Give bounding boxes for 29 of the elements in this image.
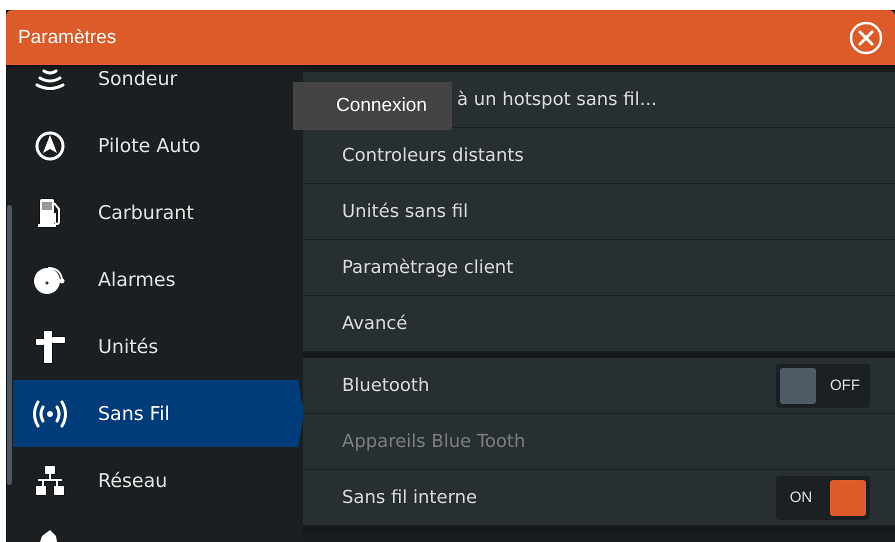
tooltip: Connexion	[293, 82, 452, 130]
setting-row[interactable]: Bluetooth OFF	[303, 358, 895, 414]
toggle-state: ON	[788, 489, 814, 506]
sidebar-item[interactable]: Réseau	[6, 447, 303, 514]
toggle-switch[interactable]: ON	[776, 476, 870, 520]
setting-label: Controleurs distants	[342, 145, 524, 166]
sidebar-item[interactable]: Sans Fil	[13, 380, 304, 447]
setting-label: à un hotspot sans fil...	[457, 89, 657, 110]
toggle-thumb	[830, 480, 866, 516]
setting-label: Paramètrage client	[342, 257, 514, 278]
setting-label: Sans fil interne	[342, 487, 478, 508]
sidebar-item[interactable]: Unités	[6, 313, 303, 380]
setting-row[interactable]: Paramètrage client	[303, 240, 895, 296]
setting-row[interactable]: Sans fil interne ON	[303, 470, 895, 526]
setting-label: Bluetooth	[342, 375, 430, 396]
toggle-switch[interactable]: OFF	[776, 364, 870, 408]
close-button[interactable]	[849, 20, 883, 54]
setting-row[interactable]: Unités sans fil	[303, 184, 895, 240]
window-title: Paramètres	[18, 26, 116, 48]
setting-row[interactable]: Avancé	[303, 296, 895, 352]
close-icon	[849, 20, 883, 54]
sidebar-item[interactable]: Carburant	[6, 179, 303, 246]
setting-label: Unités sans fil	[342, 201, 468, 222]
toggle-state: OFF	[829, 377, 861, 394]
setting-row[interactable]: Controleurs distants	[303, 128, 895, 184]
toggle-thumb	[780, 368, 816, 404]
sidebar-item[interactable]: Alarmes	[6, 246, 303, 313]
setting-label: Appareils Blue Tooth	[342, 431, 526, 452]
setting-label: Avancé	[342, 313, 408, 334]
